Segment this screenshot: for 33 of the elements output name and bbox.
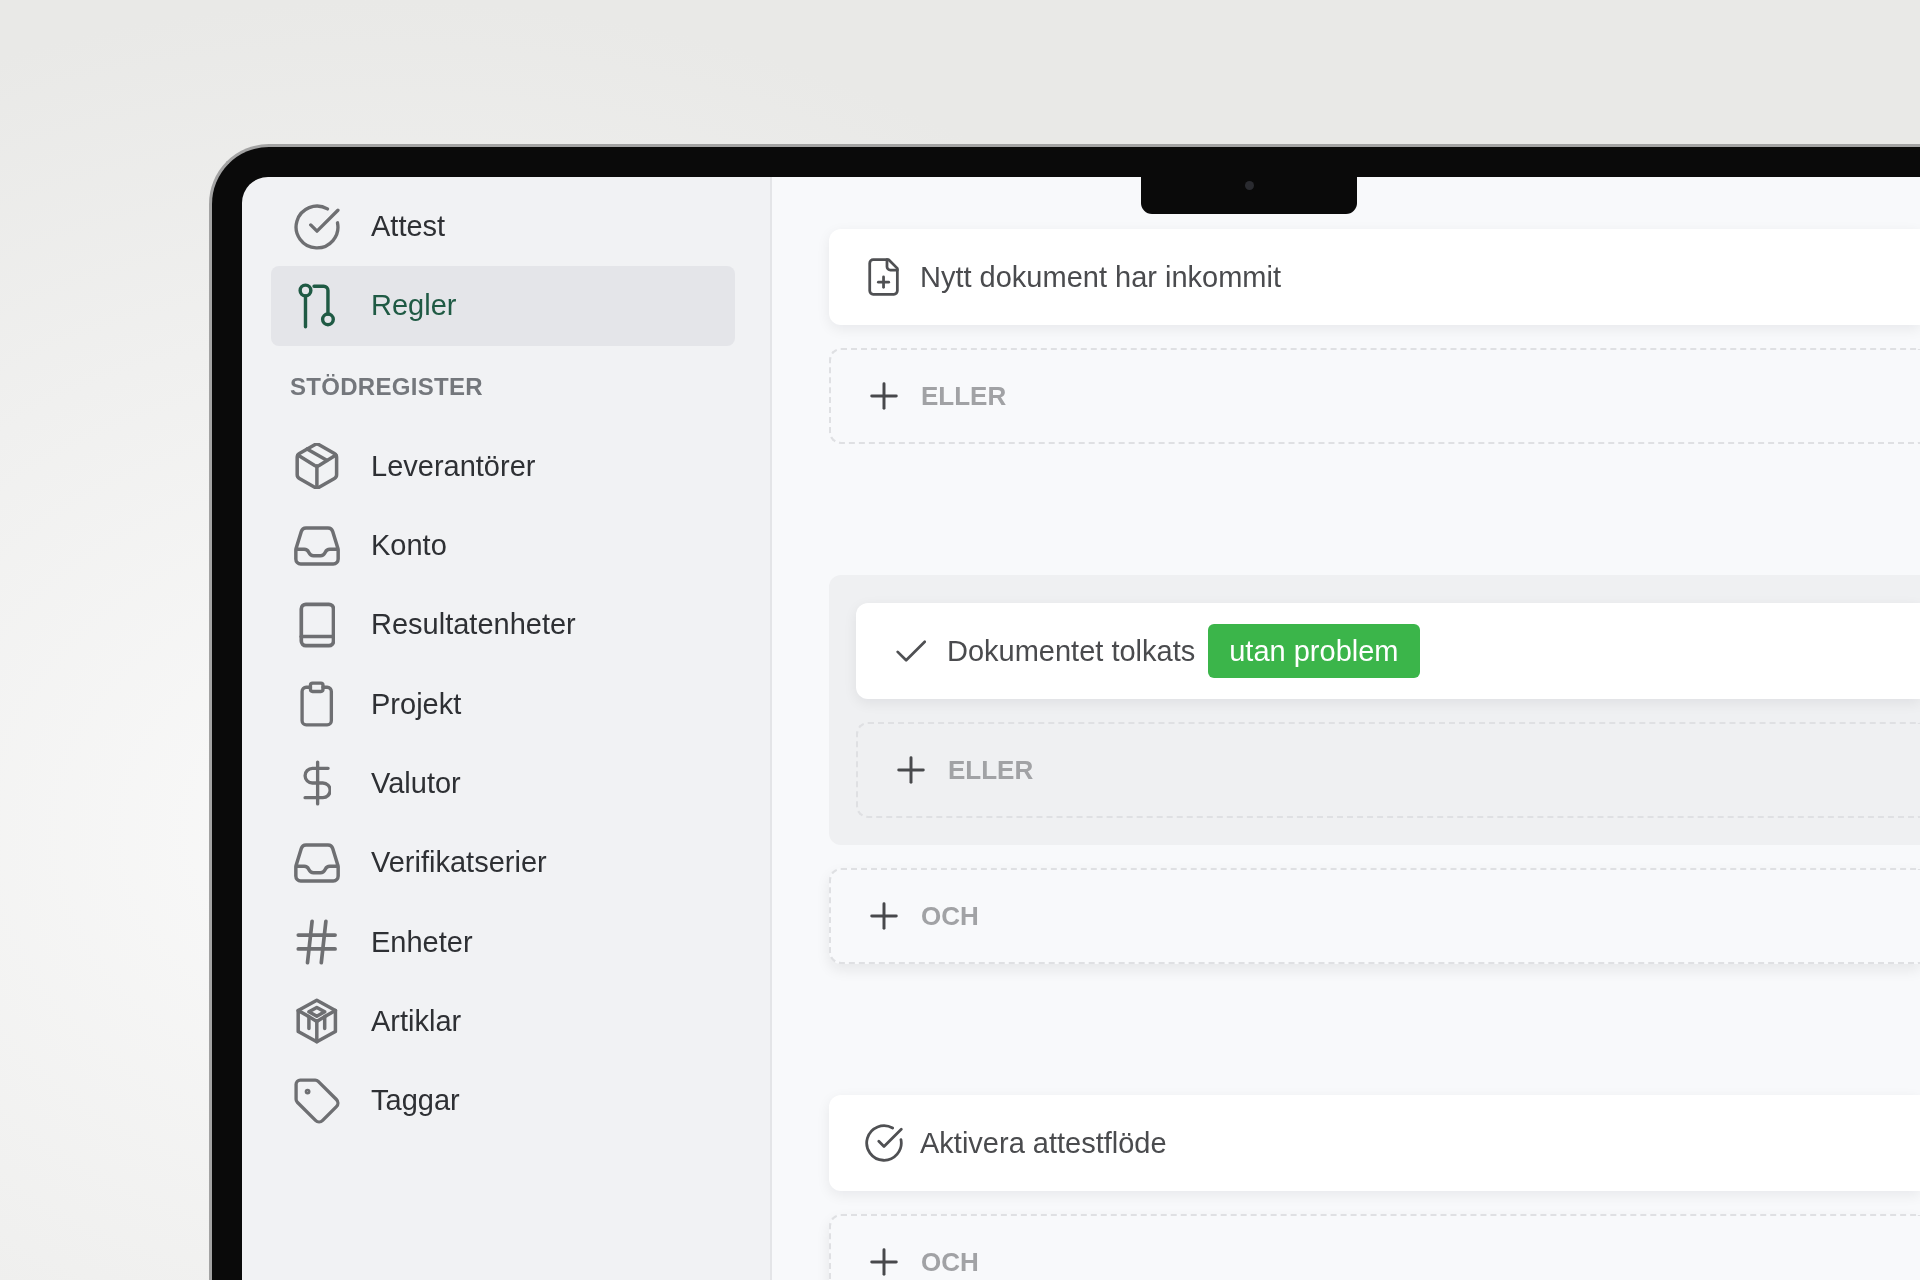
package-icon	[295, 443, 339, 490]
section-heading: STÖDREGISTER	[290, 371, 483, 402]
check-icon	[895, 640, 927, 662]
plus-icon	[870, 902, 898, 930]
card-text: Aktivera attestflöde	[920, 1126, 1167, 1160]
sidebar-item[interactable]: Verifikatserier	[271, 823, 735, 903]
plus-icon	[897, 756, 925, 784]
card-text: Nytt dokument har inkommit	[920, 260, 1281, 294]
check-circle-icon	[865, 1124, 903, 1162]
sidebar-item[interactable]: Projekt	[271, 664, 735, 744]
sidebar-item[interactable]: Valutor	[271, 743, 735, 824]
clipboard-icon	[300, 681, 334, 728]
sidebar-item[interactable]: Attest	[271, 187, 735, 267]
book-icon	[298, 601, 336, 648]
sidebar-item[interactable]: Artiklar	[271, 981, 735, 1061]
plus-icon	[870, 1248, 898, 1276]
file-plus-icon	[868, 258, 900, 296]
cube-icon	[296, 998, 338, 1045]
sidebar-item[interactable]: Resultatenheter	[271, 585, 735, 665]
camera-icon	[1244, 181, 1254, 190]
check-circle-icon	[294, 203, 340, 250]
sidebar-item[interactable]: Enheter	[271, 902, 735, 982]
dollar-icon	[303, 760, 331, 807]
route-icon	[298, 282, 336, 329]
card-text: Dokumentet tolkats	[947, 634, 1196, 668]
tag-icon	[294, 1077, 340, 1124]
status-badge: utan problem	[1208, 624, 1420, 678]
sidebar-item[interactable]: Regler	[271, 266, 735, 346]
plus-icon	[870, 382, 898, 410]
sidebar-item[interactable]: Leverantörer	[271, 426, 735, 506]
sidebar-item[interactable]: Konto	[271, 505, 735, 586]
hash-icon	[296, 919, 338, 965]
sidebar-item[interactable]: Taggar	[271, 1060, 735, 1141]
